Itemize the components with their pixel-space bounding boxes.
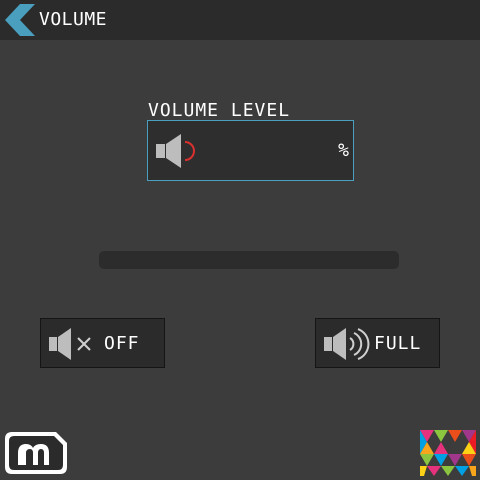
volume-full-label: FULL <box>374 333 422 354</box>
page-title: VOLUME <box>39 9 108 30</box>
m-logo-icon <box>5 432 67 474</box>
speaker-full-icon <box>324 328 370 360</box>
colorful-logo-icon <box>420 430 476 476</box>
volume-level-display: % <box>147 120 354 181</box>
volume-off-label: OFF <box>104 333 140 354</box>
speaker-mute-icon <box>49 328 91 360</box>
volume-slider[interactable] <box>99 251 399 269</box>
volume-percent-unit: % <box>338 140 349 161</box>
back-button[interactable] <box>4 3 38 37</box>
volume-level-label: VOLUME LEVEL <box>148 100 291 121</box>
volume-off-button[interactable]: OFF <box>40 318 165 368</box>
chevron-left-icon <box>5 4 35 36</box>
volume-full-button[interactable]: FULL <box>315 318 440 368</box>
speaker-low-icon <box>156 134 195 168</box>
header-bar: VOLUME <box>0 0 480 40</box>
